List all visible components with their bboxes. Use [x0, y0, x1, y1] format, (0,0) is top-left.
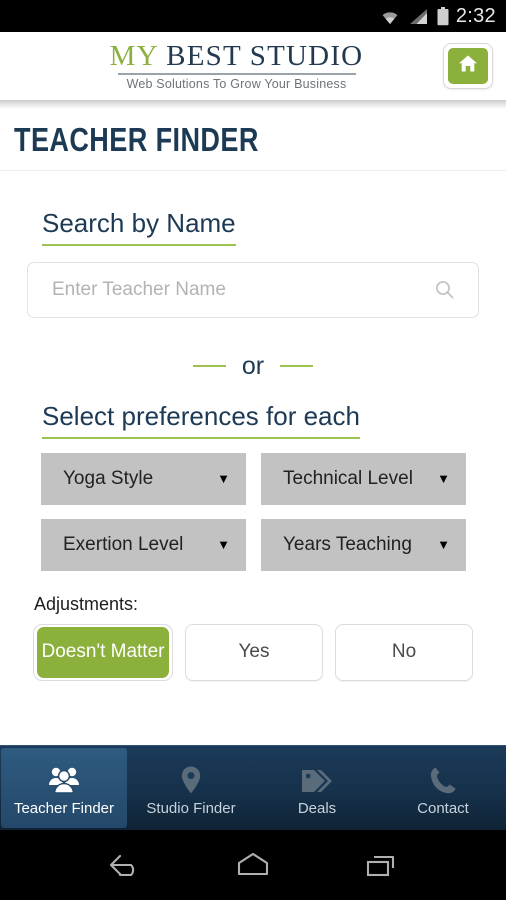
nav-item-studio-finder-label: Studio Finder — [146, 799, 236, 817]
or-dash-left — [192, 365, 226, 368]
dropdown-years-teaching-label: Years Teaching — [283, 533, 412, 555]
status-icons — [379, 6, 449, 26]
search-heading-underline — [42, 243, 236, 246]
preference-dropdowns: Yoga Style ▼ Technical Level ▼ Exertion … — [0, 452, 506, 571]
logo-divider-rule — [117, 72, 356, 75]
nav-item-deals[interactable]: Deals — [254, 746, 380, 830]
chevron-down-icon: ▼ — [217, 537, 230, 553]
logo-tagline: Web Solutions To Grow Your Business — [126, 76, 347, 91]
adjustments-options: Doesn't Matter Yes No — [0, 623, 506, 681]
adjustments-option-doesnt-matter[interactable]: Doesn't Matter — [37, 626, 169, 678]
search-by-name-heading: Search by Name — [42, 208, 236, 246]
dropdown-years-teaching[interactable]: Years Teaching ▼ — [261, 518, 466, 571]
nav-item-deals-label: Deals — [297, 799, 337, 817]
adjustments-option-no[interactable]: No — [335, 623, 473, 681]
dropdown-yoga-style[interactable]: Yoga Style ▼ — [41, 452, 246, 505]
dropdown-exertion-level[interactable]: Exertion Level ▼ — [41, 518, 246, 571]
cellular-signal-icon — [409, 8, 429, 25]
people-group-icon — [45, 763, 83, 795]
nav-item-studio-finder[interactable]: Studio Finder — [128, 746, 254, 830]
preferences-label: Select preferences for each — [42, 400, 360, 431]
search-input[interactable] — [28, 278, 435, 301]
logo-word-my: MY — [109, 40, 158, 73]
android-navigation-bar — [0, 830, 506, 900]
logo-wordmark: MY BEST STUDIO — [30, 41, 443, 71]
search-field-container[interactable] — [27, 261, 479, 318]
home-icon — [458, 54, 478, 78]
main-content: Search by Name or Select preferences for… — [0, 171, 506, 745]
page-title: TEACHER FINDER — [14, 120, 259, 158]
adjustments-option-no-cell[interactable]: No — [335, 623, 473, 681]
preferences-heading-underline — [42, 436, 360, 439]
adjustments-option-yes-cell[interactable]: Yes — [185, 623, 323, 681]
home-icon[interactable] — [230, 848, 276, 882]
chevron-down-icon: ▼ — [437, 471, 450, 487]
chevron-down-icon: ▼ — [437, 537, 450, 553]
nav-item-contact[interactable]: Contact — [380, 746, 506, 830]
nav-item-contact-label: Contact — [417, 799, 469, 817]
nav-item-teacher-finder-label: Teacher Finder — [13, 799, 115, 817]
or-label: or — [241, 351, 265, 380]
adjustments-label: Adjustments: — [34, 593, 139, 614]
map-pin-icon — [179, 763, 203, 795]
android-status-bar: 2:32 — [0, 0, 506, 32]
logo-word-best-studio: BEST STUDIO — [157, 40, 364, 73]
recents-icon[interactable] — [359, 848, 405, 882]
search-by-name-label: Search by Name — [42, 208, 236, 238]
battery-icon — [437, 6, 449, 26]
dropdown-yoga-style-label: Yoga Style — [63, 467, 154, 489]
phone-icon — [429, 763, 457, 795]
nav-item-teacher-finder[interactable]: Teacher Finder — [1, 748, 127, 828]
app-header: MY BEST STUDIO Web Solutions To Grow You… — [0, 32, 506, 100]
adjustments-option-doesnt-matter-cell[interactable]: Doesn't Matter — [33, 623, 173, 681]
adjustments-option-yes[interactable]: Yes — [185, 623, 323, 681]
dropdown-technical-level-label: Technical Level — [283, 467, 413, 489]
home-button[interactable] — [443, 43, 493, 89]
back-icon[interactable] — [101, 848, 147, 882]
brand-logo: MY BEST STUDIO Web Solutions To Grow You… — [0, 41, 443, 91]
bottom-navigation: Teacher Finder Studio Finder Deals Conta… — [0, 745, 506, 830]
app-screen: 2:32 MY BEST STUDIO Web Solutions To Gro… — [0, 0, 506, 900]
header-shadow — [0, 100, 506, 109]
search-icon[interactable] — [435, 280, 478, 299]
preferences-heading: Select preferences for each — [42, 400, 360, 439]
page-title-bar: TEACHER FINDER — [0, 109, 506, 171]
dropdown-technical-level[interactable]: Technical Level ▼ — [261, 452, 466, 505]
dropdown-exertion-level-label: Exertion Level — [63, 533, 184, 555]
or-dash-right — [280, 365, 314, 368]
wifi-icon — [379, 8, 401, 25]
price-tag-icon — [300, 763, 334, 795]
chevron-down-icon: ▼ — [217, 471, 230, 487]
home-button-face — [448, 48, 488, 84]
status-bar-clock: 2:32 — [455, 4, 496, 27]
or-divider: or — [0, 352, 506, 381]
